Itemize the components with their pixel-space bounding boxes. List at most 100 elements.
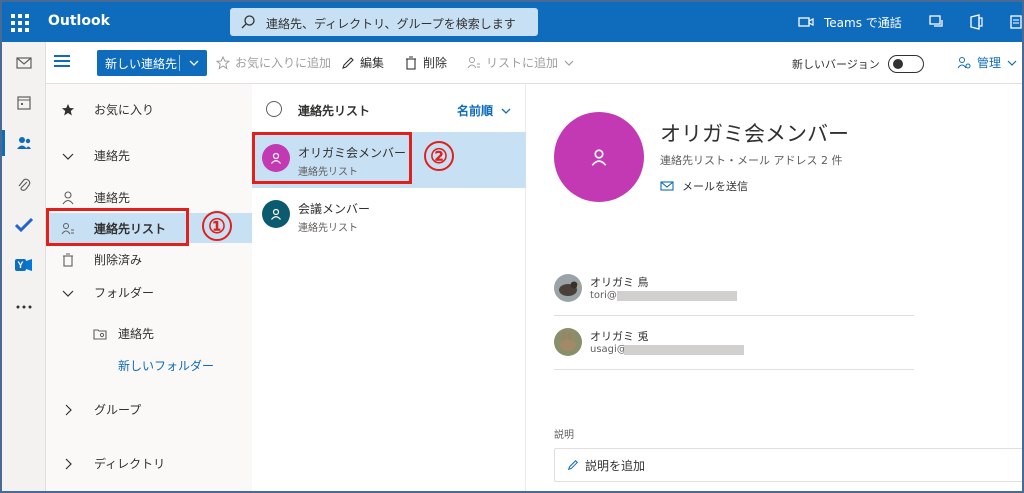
hamburger-menu-icon[interactable] — [54, 55, 70, 69]
send-mail-label: メールを送信 — [682, 180, 748, 193]
description-label: 説明 — [554, 430, 574, 441]
chevron-right-icon — [60, 456, 76, 472]
nav-new-folder[interactable]: 新しいフォルダー — [46, 350, 252, 380]
send-mail-button[interactable]: メールを送信 — [660, 178, 748, 194]
mail-icon[interactable] — [2, 48, 46, 78]
member-item[interactable]: オリガミ 鳥 tori@ — [554, 270, 914, 316]
member-email: tori@ — [590, 290, 617, 301]
member-name: オリガミ 鳥 — [590, 276, 649, 289]
nav-groups[interactable]: グループ — [46, 394, 252, 424]
nav-folders-group[interactable]: フォルダー — [46, 277, 252, 307]
sort-label: 名前順 — [457, 104, 494, 118]
sort-button[interactable]: 名前順 — [457, 102, 511, 119]
nav-contacts-label: 連絡先 — [94, 190, 131, 205]
teams-call-label: Teams で通話 — [824, 15, 902, 30]
person-icon — [60, 190, 76, 206]
contact-folder-icon — [92, 326, 108, 342]
pencil-icon — [342, 56, 354, 69]
nav-deleted-label: 削除済み — [94, 252, 143, 267]
top-bar: Outlook 連絡先、ディレクトリ、グループを検索します Teams で通話 — [2, 2, 1022, 42]
pencil-icon — [567, 459, 579, 471]
search-icon — [241, 15, 255, 29]
add-to-list-label: リストに追加 — [486, 56, 559, 70]
nav-folders-label: フォルダー — [94, 285, 155, 300]
chevron-down-icon — [501, 108, 511, 114]
nav-groups-label: グループ — [94, 402, 142, 417]
nav-favorites[interactable]: お気に入り — [46, 94, 252, 124]
delete-button[interactable]: 削除 — [404, 54, 447, 71]
search-input[interactable]: 連絡先、ディレクトリ、グループを検索します — [266, 15, 516, 32]
nav-folder-contacts-label: 連絡先 — [118, 326, 155, 341]
svg-text:Y: Y — [18, 260, 24, 270]
person-settings-icon — [957, 56, 971, 68]
new-version-label: 新しいバージョン — [792, 58, 880, 71]
annotation-box-1 — [46, 208, 189, 246]
mail-icon — [660, 181, 674, 191]
list-item-name: 会議メンバー — [298, 202, 371, 216]
edit-label: 編集 — [360, 56, 385, 70]
yammer-icon[interactable]: Y — [2, 250, 46, 280]
people-icon[interactable] — [2, 128, 46, 158]
more-apps-icon[interactable] — [2, 292, 46, 322]
app-name[interactable]: Outlook — [48, 13, 110, 29]
annotation-number-2: ② — [424, 141, 454, 171]
paperclip-icon[interactable] — [2, 170, 46, 200]
star-icon — [60, 102, 76, 118]
add-favorite-button[interactable]: お気に入りに追加 — [216, 54, 331, 71]
office-icon[interactable] — [956, 2, 996, 42]
avatar — [554, 328, 582, 356]
notes-icon[interactable] — [996, 2, 1022, 42]
video-call-icon — [798, 17, 814, 27]
todo-icon[interactable] — [2, 210, 46, 240]
add-to-list-button[interactable]: リストに追加 — [467, 54, 579, 71]
list-item[interactable]: 会議メンバー 連絡先リスト — [252, 188, 526, 244]
add-description-button[interactable]: 説明を追加 — [554, 448, 1022, 482]
contact-subtitle: 連絡先リスト・メール アドレス 2 件 — [660, 154, 843, 167]
search-box[interactable]: 連絡先、ディレクトリ、グループを検索します — [230, 8, 538, 36]
outlook-window: Outlook 連絡先、ディレクトリ、グループを検索します Teams で通話 … — [2, 2, 1022, 491]
nav-contacts-group[interactable]: 連絡先 — [46, 140, 252, 170]
chat-icon[interactable] — [916, 2, 956, 42]
new-contact-label: 新しい連絡先 — [105, 56, 178, 71]
trash-icon — [406, 56, 416, 70]
trash-icon — [60, 252, 76, 268]
nav-deleted[interactable]: 削除済み — [46, 244, 252, 274]
member-email: usagi@ — [590, 344, 627, 355]
member-name: オリガミ 兎 — [590, 330, 649, 343]
delete-label: 削除 — [423, 56, 448, 70]
app-launcher-icon[interactable] — [8, 11, 30, 33]
list-title: 連絡先リスト — [298, 104, 371, 118]
edit-button[interactable]: 編集 — [341, 54, 384, 71]
chevron-down-icon — [60, 148, 76, 164]
chevron-down-icon — [1007, 60, 1017, 66]
teams-call-button[interactable]: Teams で通話 — [798, 2, 902, 42]
chevron-down-icon[interactable] — [180, 60, 207, 66]
add-description-label: 説明を追加 — [585, 458, 646, 473]
avatar — [554, 112, 644, 202]
contact-title: オリガミ会メンバー — [660, 122, 849, 146]
nav-directory[interactable]: ディレクトリ — [46, 448, 252, 478]
chevron-right-icon — [60, 402, 76, 418]
annotation-box-2 — [252, 132, 412, 184]
member-item[interactable]: オリガミ 兎 usagi@ — [554, 324, 914, 370]
folder-pane: お気に入り 連絡先 連絡先 連絡先リスト 削除済み フォルダー 連絡先 新しいフ… — [46, 84, 252, 491]
nav-favorites-label: お気に入り — [94, 102, 155, 117]
manage-button[interactable]: 管理 — [957, 54, 1017, 71]
nav-new-folder-label: 新しいフォルダー — [118, 358, 215, 373]
new-contact-button[interactable]: 新しい連絡先 — [97, 50, 207, 76]
chevron-down-icon — [60, 285, 76, 301]
annotation-number-1: ① — [202, 211, 232, 241]
new-version-toggle[interactable]: 新しいバージョン — [792, 55, 924, 73]
person-icon — [591, 149, 607, 166]
nav-folder-contacts[interactable]: 連絡先 — [46, 318, 252, 348]
calendar-icon[interactable] — [2, 88, 46, 118]
toggle-switch[interactable] — [887, 55, 924, 73]
command-bar: 新しい連絡先 お気に入りに追加 編集 削除 リストに追加 新しいバージョン 管理 — [2, 42, 1022, 84]
nav-directory-label: ディレクトリ — [94, 456, 166, 471]
manage-label: 管理 — [977, 56, 1002, 70]
chevron-down-icon — [564, 60, 574, 66]
avatar — [554, 274, 582, 302]
person-icon — [271, 208, 281, 220]
select-all-radio[interactable] — [266, 101, 282, 117]
star-icon — [216, 55, 230, 70]
